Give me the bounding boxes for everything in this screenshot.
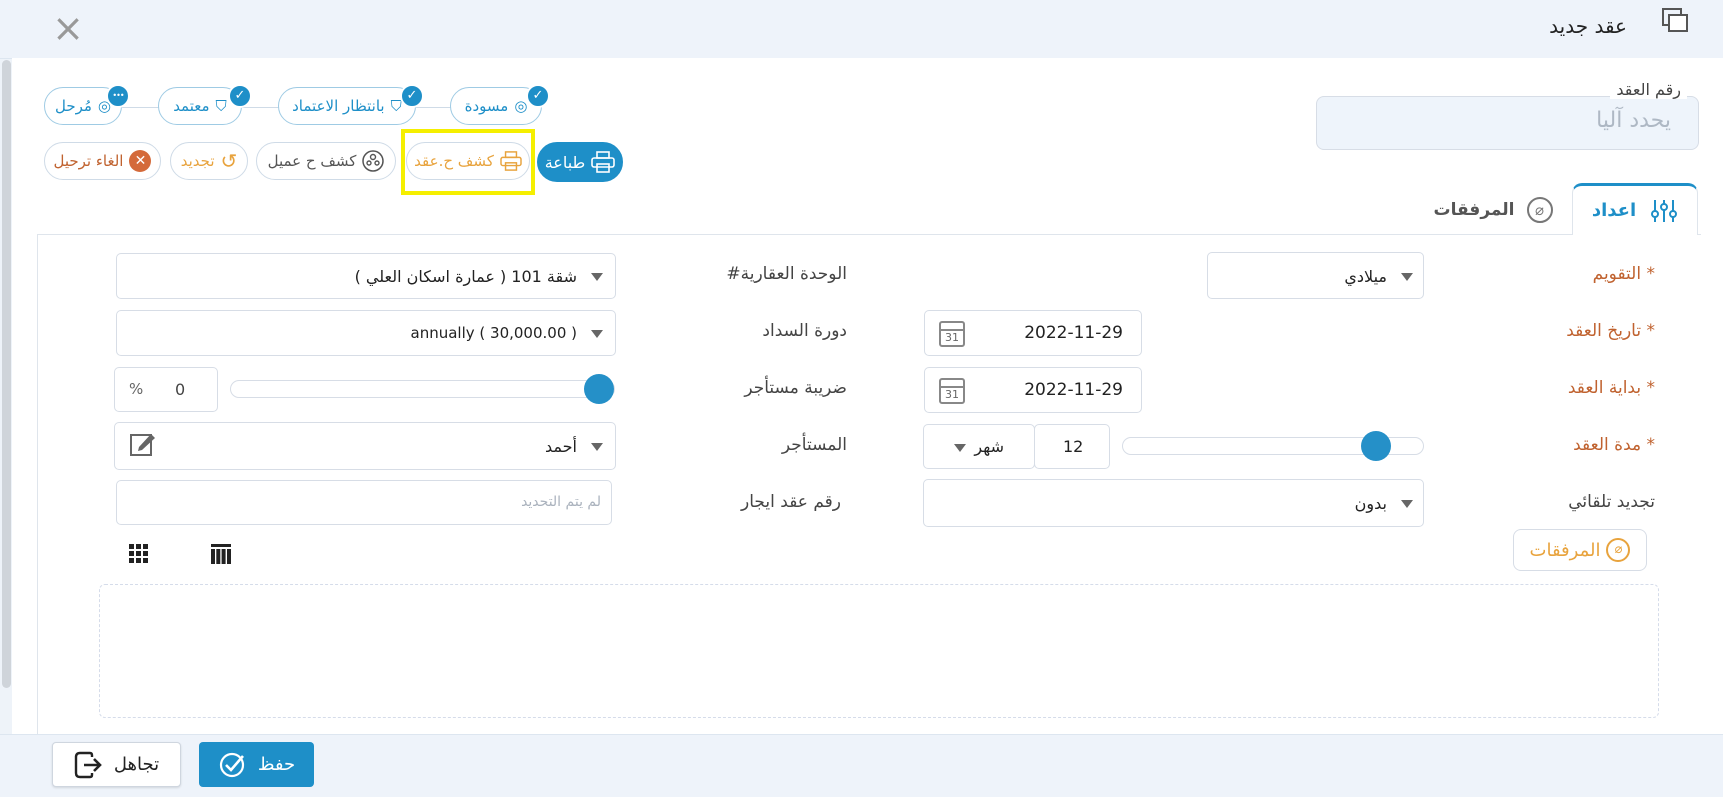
- contract-statement-button[interactable]: كشف ح.عقد: [406, 142, 530, 180]
- calendar-select[interactable]: ميلادي: [1207, 252, 1424, 299]
- lease-number-label: رقم عقد ايجار: [741, 492, 841, 512]
- contract-duration-value-field[interactable]: 12: [1034, 424, 1110, 469]
- close-icon[interactable]: ×: [50, 9, 86, 47]
- contract-statement-label: كشف ح.عقد: [414, 152, 494, 170]
- printer-icon: [500, 151, 522, 171]
- tab-settings-label: اعداد: [1591, 200, 1637, 221]
- chevron-down-icon: [1401, 273, 1413, 281]
- users-icon: [362, 150, 385, 172]
- tenant-tax-slider[interactable]: [230, 374, 615, 404]
- print-label: طباعة: [544, 152, 586, 172]
- contract-number-label: رقم العقد: [1610, 80, 1687, 99]
- check-circle-icon: [219, 752, 244, 777]
- payment-cycle-select[interactable]: annually ( 30,000.00 ): [116, 310, 616, 356]
- cancel-posting-label: الغاء ترحيل: [53, 152, 124, 170]
- tenant-label: المستأجر: [781, 435, 847, 455]
- cancel-posting-button[interactable]: الغاء ترحيل ✕: [44, 142, 161, 180]
- status-approved-badge: ✓: [228, 84, 252, 108]
- property-unit-label: #الوحدة العقارية: [726, 264, 847, 284]
- columns-view-icon[interactable]: [211, 544, 231, 564]
- tenant-tax-label: ضريبة مستأجر: [744, 378, 847, 398]
- contract-date-value: 2022-11-29: [1024, 323, 1123, 343]
- attachments-button[interactable]: المرفقات ⌀: [1513, 529, 1647, 571]
- status-approved-label: معتمد: [173, 97, 210, 115]
- print-button[interactable]: طباعة: [537, 142, 623, 182]
- attachments-button-label: المرفقات: [1529, 539, 1601, 561]
- save-button[interactable]: حفظ: [199, 742, 314, 787]
- contract-start-value: 2022-11-29: [1024, 380, 1123, 400]
- auto-renew-value: بدون: [1354, 494, 1387, 513]
- shield-check-icon: ⛉: [215, 97, 227, 115]
- calendar-label: التقويم *: [1592, 264, 1655, 284]
- title-bar: × عقد جديد: [0, 0, 1723, 59]
- property-unit-select[interactable]: شقة 101 ( عمارة اسكان العلي ): [116, 253, 616, 299]
- history-icon: ↺: [220, 149, 238, 173]
- chevron-down-icon: [954, 444, 966, 452]
- windows-icon: [1662, 8, 1688, 32]
- status-pending-label: بانتظار الاعتماد: [292, 97, 385, 115]
- check-shield-icon: ◎: [514, 97, 528, 115]
- ignore-button[interactable]: تجاهل: [52, 742, 181, 787]
- contract-number-placeholder: يحدد آليا: [1596, 108, 1671, 133]
- tenant-tax-field[interactable]: 0 %: [114, 367, 218, 412]
- percent-unit: %: [129, 380, 144, 398]
- contract-number-group: يحدد آليا رقم العقد: [1316, 80, 1699, 150]
- edit-icon[interactable]: [129, 431, 157, 457]
- status-pending-badge: ✓: [400, 84, 424, 108]
- contract-duration-slider[interactable]: [1122, 431, 1424, 461]
- renew-button[interactable]: تجديد ↺: [170, 142, 248, 180]
- grid-view-icon[interactable]: [129, 544, 149, 564]
- paperclip-icon: ⌀: [1526, 197, 1553, 223]
- auto-renew-select[interactable]: بدون: [923, 479, 1424, 527]
- payment-cycle-value: annually ( 30,000.00 ): [410, 324, 577, 342]
- status-draft-badge: ✓: [526, 84, 550, 108]
- window-title: عقد جديد: [1549, 14, 1627, 38]
- status-draft-label: مسودة: [464, 97, 509, 115]
- contract-start-field[interactable]: 2022-11-29 31: [924, 367, 1142, 413]
- vertical-scrollbar[interactable]: [2, 60, 11, 688]
- property-unit-value: شقة 101 ( عمارة اسكان العلي ): [354, 267, 577, 286]
- paperclip-icon: ⌀: [1606, 538, 1631, 562]
- printer-icon: [591, 151, 616, 173]
- duration-unit-value: شهر: [974, 437, 1004, 456]
- save-label: حفظ: [257, 754, 296, 775]
- attachments-dropzone[interactable]: [99, 584, 1659, 718]
- chevron-down-icon: [591, 330, 603, 338]
- contract-date-field[interactable]: 2022-11-29 31: [924, 310, 1142, 356]
- duration-unit-select[interactable]: شهر: [923, 424, 1035, 469]
- contract-duration-slider-knob[interactable]: [1361, 431, 1391, 461]
- lease-number-placeholder: لم يتم التحديد: [521, 494, 601, 510]
- tenant-select[interactable]: أحمد: [114, 422, 616, 470]
- status-posted-badge: •••: [106, 84, 130, 108]
- payment-cycle-label: دورة السداد: [762, 321, 847, 341]
- cancel-circle-icon: ✕: [129, 150, 152, 172]
- tenant-value: أحمد: [545, 437, 577, 456]
- ignore-label: تجاهل: [113, 754, 160, 775]
- sliders-icon: [1651, 199, 1678, 222]
- calendar-value: ميلادي: [1344, 267, 1387, 286]
- status-pending-approval[interactable]: بانتظار الاعتماد ⛉: [278, 87, 416, 125]
- tab-attachments[interactable]: المرفقات ⌀: [1428, 190, 1558, 230]
- tenant-tax-slider-knob[interactable]: [584, 374, 614, 404]
- auto-renew-label: تجديد تلقائي: [1568, 492, 1655, 512]
- calendar-icon: 31: [939, 321, 965, 347]
- renew-label: تجديد: [180, 152, 215, 170]
- status-posted-label: مُرحل: [54, 97, 92, 115]
- chevron-down-icon: [1401, 500, 1413, 508]
- calendar-icon: 31: [939, 378, 965, 404]
- tab-settings[interactable]: اعداد: [1572, 183, 1698, 235]
- tenant-tax-value: 0: [175, 380, 186, 399]
- chevron-down-icon: [591, 273, 603, 281]
- contract-start-label: بداية العقد *: [1567, 378, 1655, 398]
- lease-number-input[interactable]: لم يتم التحديد: [116, 480, 612, 525]
- contract-date-label: تاريخ العقد *: [1566, 321, 1655, 341]
- contract-duration-value: 12: [1063, 437, 1084, 456]
- chevron-down-icon: [591, 443, 603, 451]
- contract-duration-label: مدة العقد *: [1573, 435, 1655, 455]
- client-statement-label: كشف ح عميل: [267, 152, 357, 170]
- tab-attachments-label: المرفقات: [1433, 200, 1515, 220]
- exit-icon: [74, 751, 102, 778]
- client-statement-button[interactable]: كشف ح عميل: [256, 142, 396, 180]
